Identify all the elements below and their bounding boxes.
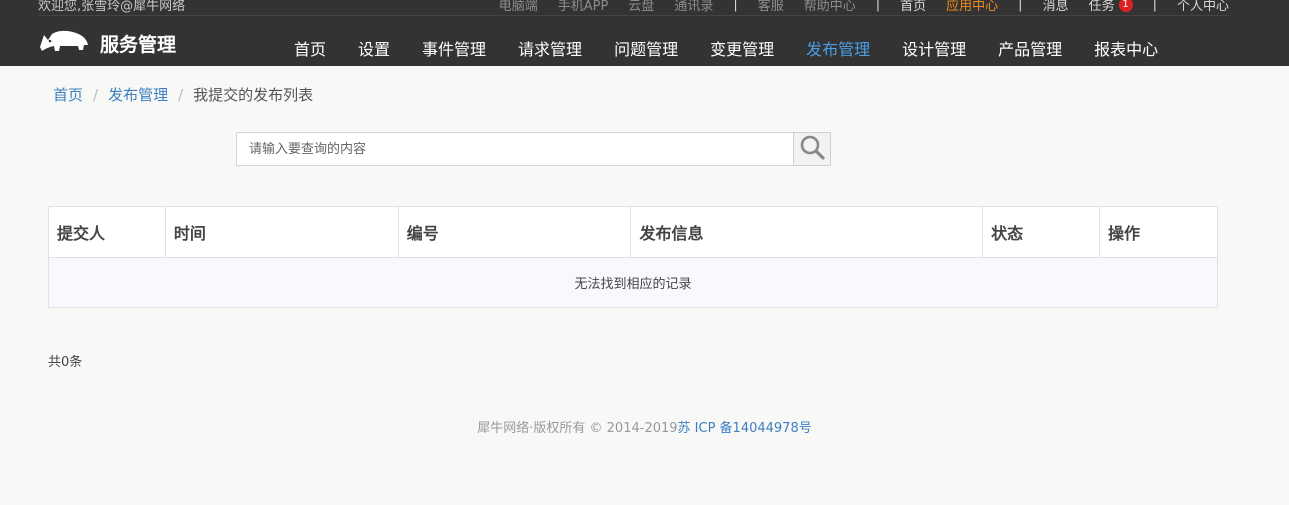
column-header[interactable]: 操作 (1099, 206, 1218, 258)
nav-item[interactable]: 设计管理 (886, 36, 982, 60)
empty-message: 无法找到相应的记录 (48, 257, 1218, 308)
top-link[interactable]: 手机APP (558, 0, 609, 14)
breadcrumb: 首页 / 发布管理 / 我提交的发布列表 (53, 84, 313, 105)
search-bar (236, 132, 831, 166)
empty-row: 无法找到相应的记录 (48, 257, 1218, 308)
top-link[interactable]: 客服 (758, 0, 784, 14)
breadcrumb-current: 我提交的发布列表 (193, 86, 314, 104)
top-link-separator: | (1018, 0, 1023, 12)
nav-item[interactable]: 问题管理 (598, 36, 694, 60)
column-header[interactable]: 提交人 (48, 206, 166, 258)
release-table: 提交人 时间 编号 发布信息 状态 操作 无法找到相应的记录 (48, 206, 1218, 308)
column-header[interactable]: 时间 (164, 206, 399, 258)
rhino-icon (38, 27, 90, 59)
copyright-text: 犀牛网络·版权所有 © 2014-2019 (477, 421, 678, 436)
nav-item[interactable]: 产品管理 (982, 36, 1078, 60)
main-nav: 首页 设置 事件管理 请求管理 问题管理 变更管理 发布管理 设计管理 产品管理 报表中心 (278, 36, 1174, 60)
icp-link[interactable]: 苏 ICP 备14044978号 (678, 421, 812, 436)
top-link[interactable]: 通讯录 (674, 0, 713, 14)
top-link-separator: | (733, 0, 738, 12)
nav-item[interactable]: 设置 (342, 36, 406, 60)
breadcrumb-separator: / (93, 85, 99, 104)
nav-item[interactable]: 请求管理 (502, 36, 598, 60)
search-icon (799, 134, 825, 164)
footer: 犀牛网络·版权所有 © 2014-2019苏 ICP 备14044978号 (0, 417, 1289, 436)
breadcrumb-separator: / (178, 85, 184, 104)
top-link[interactable]: 消息 (1043, 0, 1069, 14)
top-link[interactable]: 云盘 (628, 0, 654, 14)
nav-item[interactable]: 事件管理 (406, 36, 502, 60)
column-header[interactable]: 编号 (397, 206, 632, 258)
search-input[interactable] (236, 132, 793, 166)
top-header: 欢迎您,张雪玲@犀牛网络 电脑端 手机APP 云盘 通讯录 | 客服 帮助中心 | 首页 应用中心… (0, 0, 1289, 66)
top-link[interactable]: 个人中心 (1177, 0, 1229, 14)
total-count: 共0条 (48, 355, 83, 370)
column-header[interactable]: 发布信息 (630, 206, 984, 258)
column-header[interactable]: 状态 (982, 206, 1101, 258)
nav-item[interactable]: 首页 (278, 36, 342, 60)
nav-item[interactable]: 变更管理 (694, 36, 790, 60)
table-header-row: 提交人 时间 编号 发布信息 状态 操作 (48, 206, 1218, 258)
welcome-text: 欢迎您,张雪玲@犀牛网络 (38, 0, 186, 14)
logo[interactable]: 服务管理 (38, 27, 176, 59)
top-link-separator: | (875, 0, 881, 12)
nav-item[interactable]: 报表中心 (1078, 36, 1174, 60)
top-links: 电脑端 手机APP 云盘 通讯录 | 客服 帮助中心 | 首页 应用中心 | 消息 任务 1 | 个人中心 (479, 0, 1229, 14)
top-link[interactable]: 首页 (900, 0, 926, 14)
top-link-separator: | (1152, 0, 1157, 12)
nav-item[interactable]: 发布管理 (790, 36, 886, 60)
header-divider (38, 15, 1229, 16)
top-link[interactable]: 任务 (1089, 0, 1115, 14)
top-link[interactable]: 应用中心 (946, 0, 998, 14)
breadcrumb-home[interactable]: 首页 (53, 84, 83, 105)
breadcrumb-section[interactable]: 发布管理 (108, 84, 168, 105)
logo-text: 服务管理 (100, 33, 177, 56)
top-link[interactable]: 帮助中心 (804, 0, 856, 14)
search-button[interactable] (793, 132, 831, 166)
top-link[interactable]: 电脑端 (499, 0, 538, 14)
task-count-badge: 1 (1118, 0, 1133, 12)
